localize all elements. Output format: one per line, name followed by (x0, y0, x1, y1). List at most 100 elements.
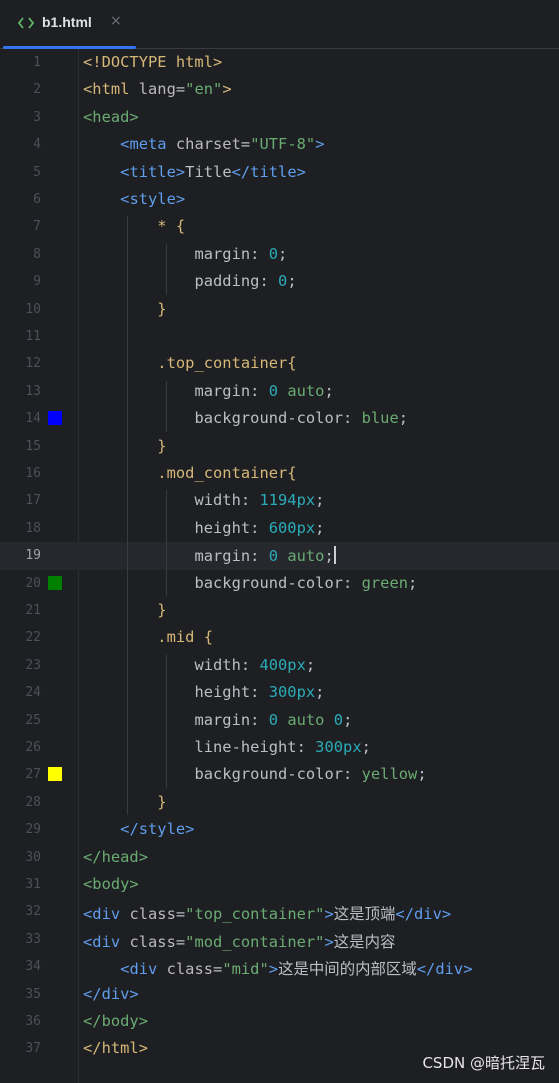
code-token: 600px (268, 518, 316, 537)
close-icon[interactable]: × (110, 13, 122, 29)
code-line[interactable]: 23 width: 400px; (0, 652, 559, 679)
code-line[interactable]: 35 </div> (0, 981, 559, 1008)
code-text: } (83, 793, 167, 811)
code-line[interactable]: 9 padding: 0; (0, 268, 559, 295)
code-line[interactable]: 5 <title>Title</title> (0, 159, 559, 186)
code-token: "mid" (222, 960, 269, 979)
code-line[interactable]: 33 <div class="mod_container">这是内容 (0, 926, 559, 953)
code-line[interactable]: 19 margin: 0 auto; (0, 542, 559, 570)
code-line[interactable]: 10 } (0, 296, 559, 323)
code-line[interactable]: 7 * { (0, 213, 559, 240)
watermark: CSDN @暗托涅瓦 (422, 1054, 545, 1072)
code-line[interactable]: 21 } (0, 597, 559, 624)
code-token: "UTF-8" (250, 135, 316, 154)
code-text: background-color: blue; (83, 409, 408, 427)
code-line[interactable]: 26 line-height: 300px; (0, 734, 559, 761)
code-line[interactable]: 12 .top_container{ (0, 350, 559, 377)
line-number: 23 (25, 657, 41, 673)
code-line[interactable]: 8 margin: 0; (0, 241, 559, 268)
code-token: ; (315, 491, 325, 510)
code-token: height (194, 683, 251, 702)
indent-guide (166, 380, 168, 432)
code-token: .top_container{ (157, 354, 297, 373)
line-number: 22 (25, 630, 41, 646)
code-token: <head> (83, 107, 139, 126)
code-line[interactable]: 29 </style> (0, 816, 559, 843)
code-token: </html> (83, 1039, 149, 1058)
code-line[interactable]: 30 </head> (0, 844, 559, 871)
code-token: background-color (194, 409, 344, 428)
code-token: 0 (268, 381, 279, 400)
code-token: = (175, 80, 186, 99)
line-number: 9 (33, 274, 41, 290)
color-swatch-icon[interactable] (48, 575, 62, 590)
code-line[interactable]: 14 background-color: blue; (0, 405, 559, 432)
code-line[interactable]: 15 } (0, 433, 559, 460)
code-token: ; (287, 272, 297, 291)
color-swatch-icon[interactable] (48, 411, 62, 426)
code-token: background-color (194, 765, 344, 784)
code-token: ; (324, 547, 334, 566)
indent-guide (126, 216, 128, 816)
indent-guide (166, 654, 168, 788)
code-line[interactable]: 36 </body> (0, 1008, 559, 1035)
code-token: 300px (268, 683, 316, 702)
code-line[interactable]: 2 <html lang="en"> (0, 76, 559, 103)
code-token: ; (315, 518, 325, 537)
code-token: auto (287, 381, 325, 400)
code-token: <title> (120, 162, 186, 181)
code-text: margin: 0 auto; (83, 546, 336, 565)
code-token: margin (194, 244, 251, 263)
code-token: "mod_container" (185, 932, 325, 951)
line-number: 6 (33, 192, 41, 207)
code-line[interactable]: 6 <style> (0, 186, 559, 213)
code-line[interactable]: 32 <div class="top_container">这是顶端</div> (0, 898, 559, 925)
tab-b1-html[interactable]: b1.html × (0, 0, 136, 49)
code-line[interactable]: 24 height: 300px; (0, 679, 559, 706)
code-line[interactable]: 3 <head> (0, 104, 559, 131)
code-token: 0 (268, 710, 279, 729)
code-line[interactable]: 31 <body> (0, 871, 559, 898)
code-line[interactable]: 13 margin: 0 auto; (0, 378, 559, 405)
code-token: > (268, 960, 279, 979)
code-line[interactable]: 16 .mod_container{ (0, 460, 559, 487)
code-line[interactable]: 25 margin: 0 auto 0; (0, 707, 559, 734)
code-token: class (166, 960, 214, 979)
code-line[interactable]: 34 <div class="mid">这是中间的内部区域</div> (0, 953, 559, 980)
code-line[interactable]: 28 } (0, 789, 559, 816)
code-text: <div class="top_container">这是顶端</div> (83, 902, 451, 924)
code-token: <html (83, 80, 139, 99)
code-text: } (83, 437, 167, 455)
code-text: width: 1194px; (83, 491, 324, 509)
line-number: 3 (33, 109, 41, 125)
code-line[interactable]: 18 height: 600px; (0, 515, 559, 542)
code-line[interactable]: 27 background-color: yellow; (0, 761, 559, 788)
code-line[interactable]: 1 <!DOCTYPE html> (0, 49, 559, 76)
code-token: <div (83, 932, 130, 951)
code-token: </head> (83, 847, 149, 866)
line-number: 35 (25, 986, 41, 1002)
code-editor[interactable]: 1 <!DOCTYPE html> 2 <html lang="en"> 3 <head>… (0, 49, 559, 1083)
code-token: height (194, 518, 251, 537)
line-number: 26 (25, 740, 41, 755)
code-text: </html> (83, 1039, 148, 1057)
code-line[interactable]: 4 <meta charset="UTF-8"> (0, 131, 559, 158)
code-line[interactable]: 20 background-color: green; (0, 570, 559, 597)
code-token: ; (398, 409, 409, 428)
color-swatch-icon[interactable] (48, 767, 62, 782)
code-line[interactable]: 17 width: 1194px; (0, 487, 559, 514)
line-number: 2 (33, 82, 41, 98)
code-token: : (250, 710, 269, 729)
line-number: 5 (33, 164, 41, 180)
line-number: 15 (25, 438, 41, 454)
code-line[interactable]: 11 (0, 323, 559, 350)
code-token: 这是中间的内部区域 (278, 960, 417, 979)
code-line[interactable]: 22 .mid { (0, 624, 559, 651)
